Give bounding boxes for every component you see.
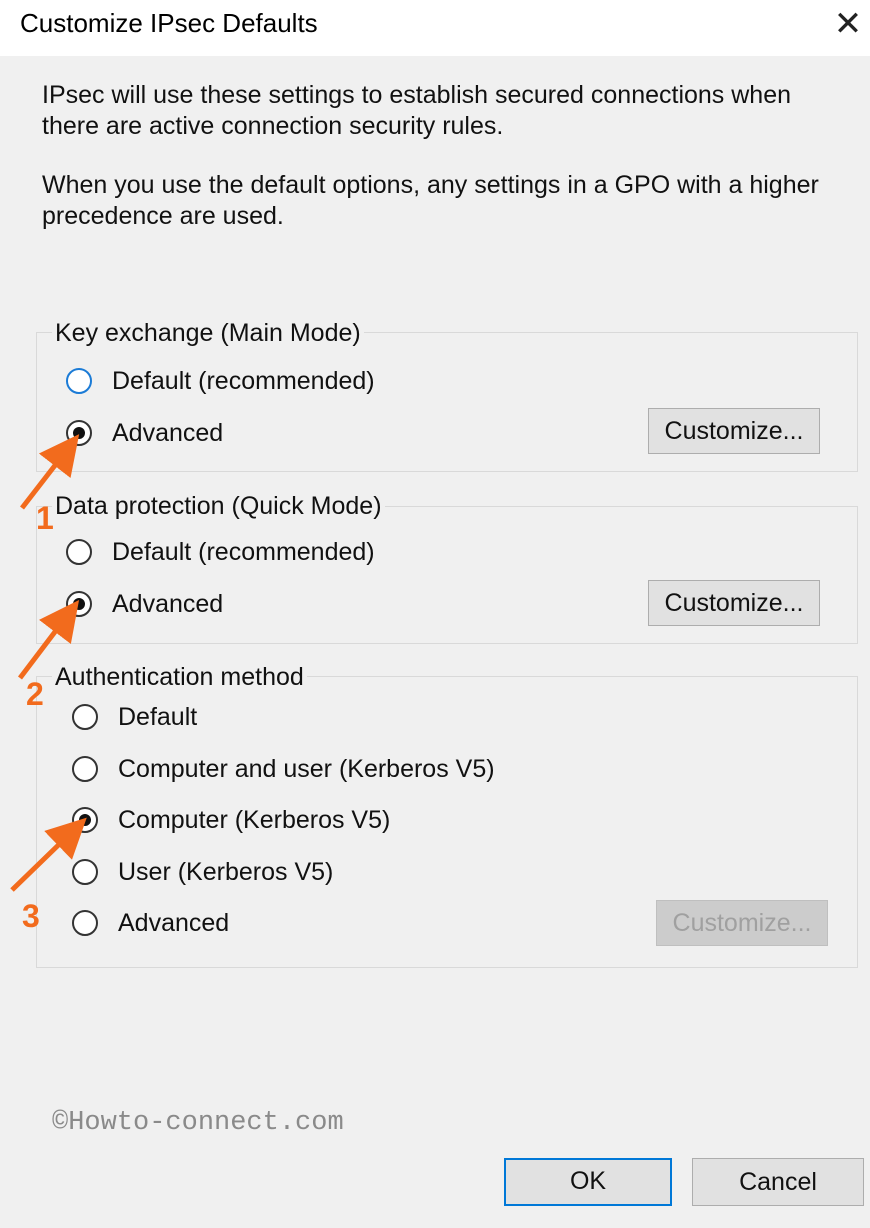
annotation-arrow-1	[20, 434, 80, 510]
annotation-arrows	[10, 434, 87, 892]
annotation-arrow-2	[18, 600, 80, 680]
annotation-number-2: 2	[26, 676, 44, 712]
watermark: ©Howto-connect.com	[52, 1108, 344, 1138]
cancel-button[interactable]: Cancel	[692, 1158, 864, 1206]
annotation-number-1: 1	[36, 500, 54, 536]
ok-button[interactable]: OK	[504, 1158, 672, 1206]
annotation-arrow-3	[10, 817, 87, 892]
annotation-number-3: 3	[22, 898, 40, 934]
